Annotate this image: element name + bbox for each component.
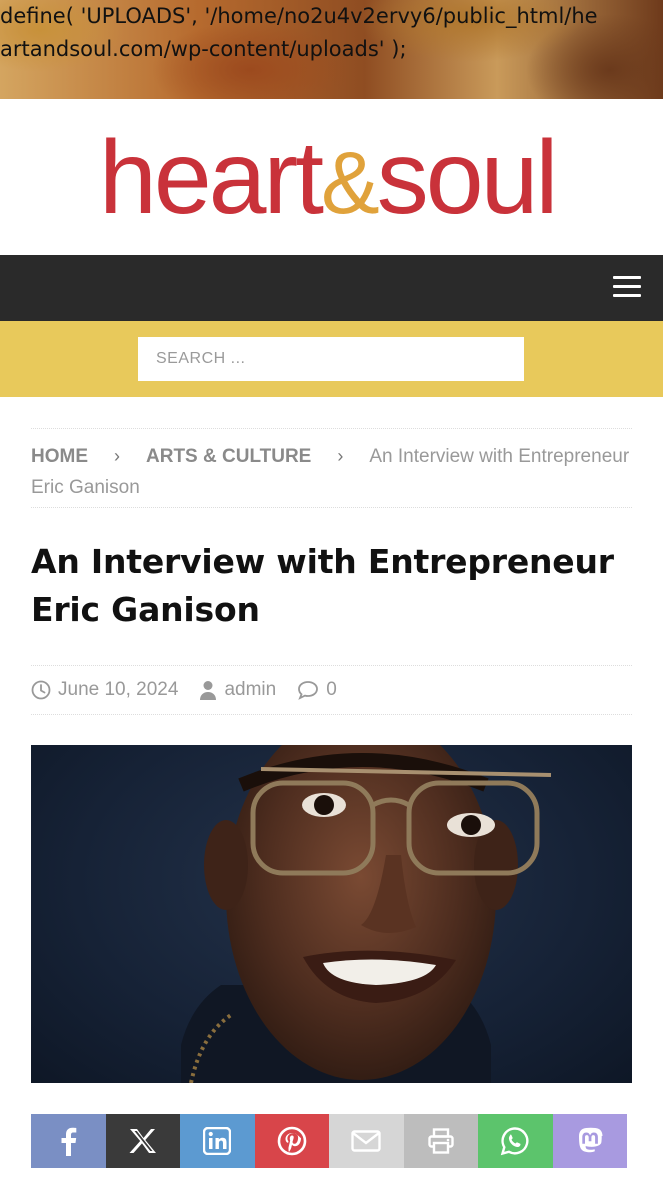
share-bar (31, 1114, 627, 1168)
breadcrumb-separator: › (114, 446, 120, 466)
share-pinterest-button[interactable] (254, 1114, 329, 1168)
clock-icon (31, 680, 51, 700)
breadcrumb-home-link[interactable]: HOME (31, 446, 88, 467)
share-email-button[interactable] (329, 1114, 404, 1168)
share-linkedin-button[interactable] (180, 1114, 255, 1168)
breadcrumb: HOME › ARTS & CULTURE › An Interview with En… (31, 428, 632, 508)
share-whatsapp-button[interactable] (478, 1114, 553, 1168)
post-date: June 10, 2024 (31, 679, 178, 701)
linkedin-icon (203, 1127, 232, 1155)
share-facebook-button[interactable] (31, 1114, 106, 1168)
post-comments-count: 0 (326, 679, 337, 700)
email-icon (351, 1130, 381, 1152)
facebook-icon (61, 1127, 77, 1156)
logo-text-soul: soul (377, 121, 556, 231)
logo-text-heart: heart (99, 121, 324, 231)
share-mastodon-button[interactable] (552, 1114, 627, 1168)
x-icon (129, 1129, 156, 1153)
search-input[interactable] (138, 337, 524, 381)
page-title: An Interview with Entrepreneur Eric Gani… (31, 542, 614, 629)
mastodon-icon (578, 1127, 603, 1153)
search-bar (0, 321, 663, 397)
portrait-photo (181, 745, 552, 1083)
breadcrumb-category-link[interactable]: ARTS & CULTURE (146, 446, 311, 467)
logo-ampersand: & (321, 133, 379, 231)
top-banner: define( 'UPLOADS', '/home/no2u4v2ervy6/p… (0, 0, 663, 99)
print-icon (428, 1128, 454, 1154)
share-x-button[interactable] (105, 1114, 180, 1168)
heart-and-soul-logo[interactable]: heart&soul (97, 121, 567, 231)
post-author-text: admin (224, 679, 277, 700)
post-author[interactable]: admin (199, 679, 276, 701)
post-date-text: June 10, 2024 (58, 679, 179, 700)
post-comments[interactable]: 0 (297, 679, 337, 701)
svg-text:heart&soul: heart&soul (99, 121, 556, 231)
pinterest-icon (277, 1126, 307, 1156)
hamburger-menu-icon[interactable] (613, 276, 641, 298)
post-meta: June 10, 2024 admin 0 (31, 665, 632, 715)
comment-icon (298, 681, 319, 700)
uploads-define-text: define( 'UPLOADS', '/home/no2u4v2ervy6/p… (0, 4, 598, 61)
share-print-button[interactable] (403, 1114, 478, 1168)
site-header: heart&soul (0, 99, 663, 255)
user-icon (200, 681, 217, 700)
main-navbar (0, 255, 663, 321)
breadcrumb-separator: › (337, 446, 344, 466)
featured-image (31, 745, 632, 1083)
breadcrumb-current: An Interview with Entrepreneur Eric Gani… (31, 446, 630, 498)
whatsapp-icon (501, 1127, 529, 1156)
